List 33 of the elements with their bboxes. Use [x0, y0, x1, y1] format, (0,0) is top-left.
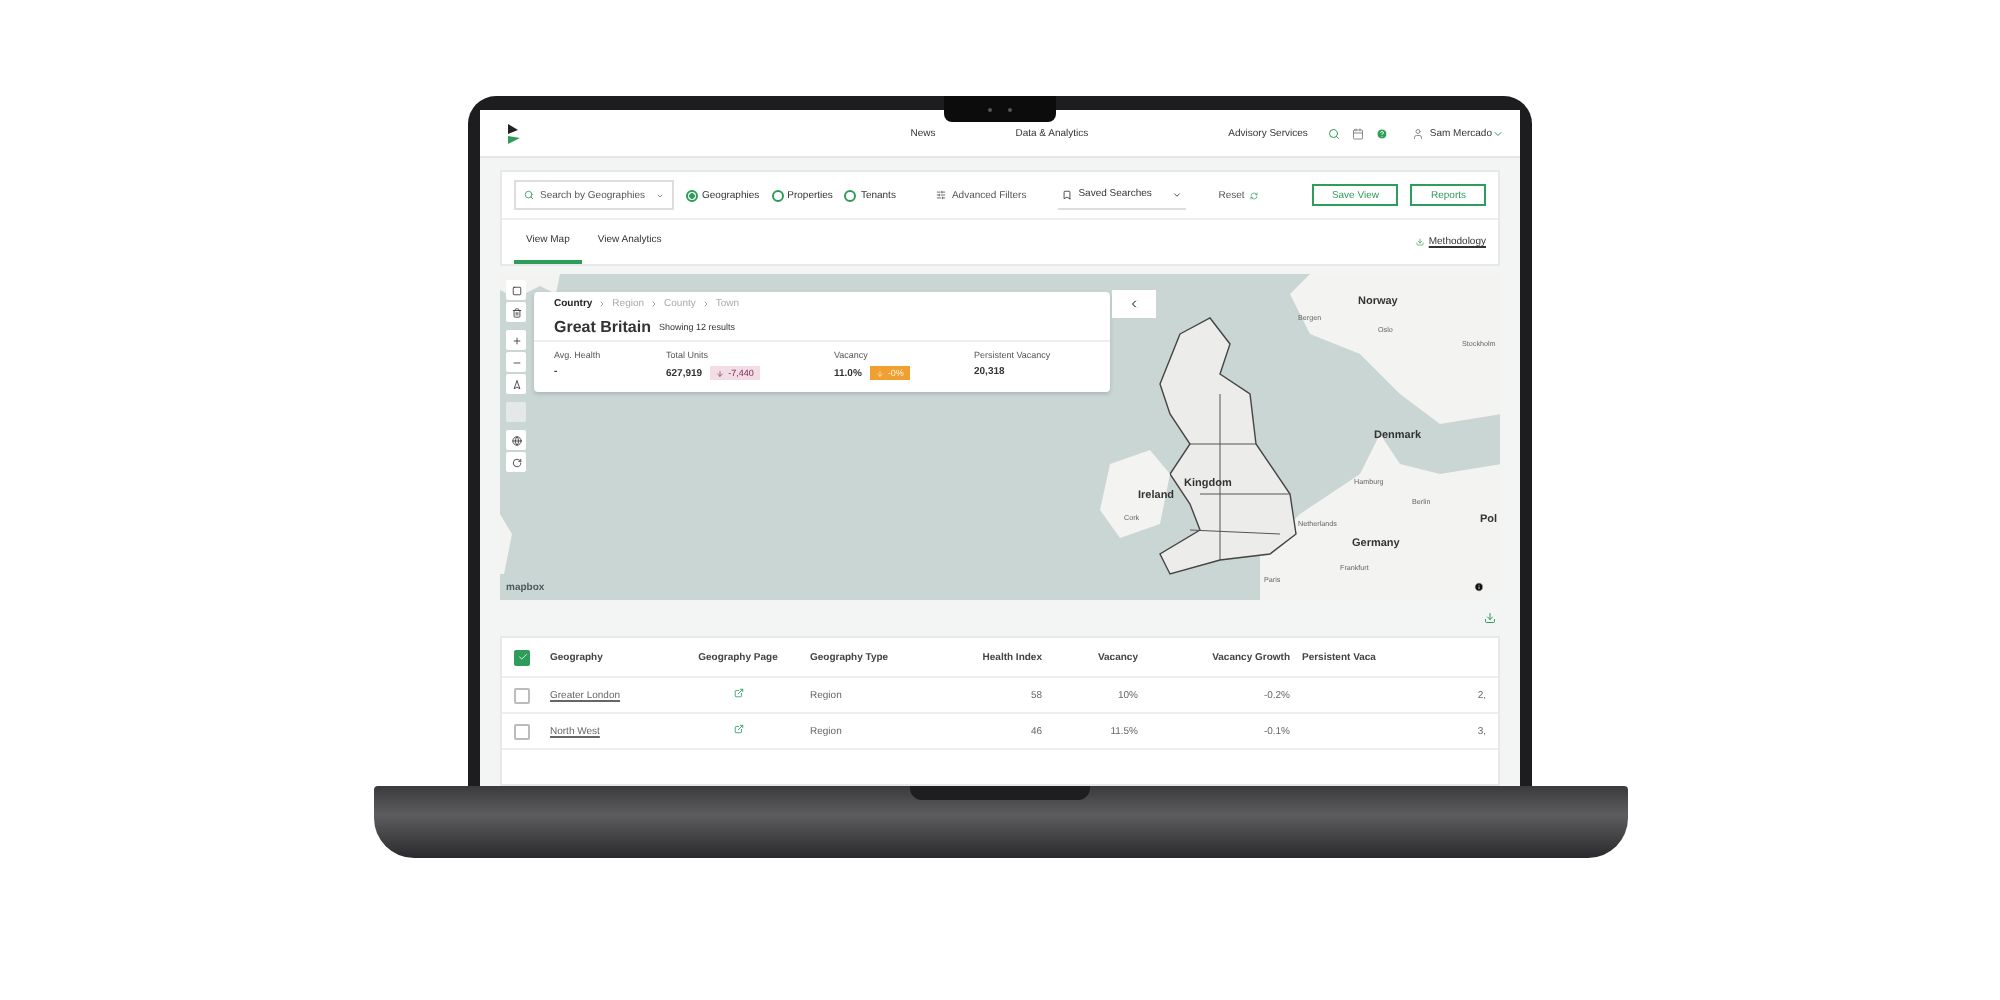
camera-notch — [944, 96, 1056, 122]
checkbox[interactable] — [514, 649, 530, 665]
download-icon[interactable] — [1484, 612, 1496, 624]
check-icon — [517, 652, 527, 662]
arrow-down-icon — [875, 369, 884, 377]
zoom-in-icon[interactable] — [506, 330, 526, 350]
globe-icon[interactable] — [506, 430, 526, 450]
download-icon — [1416, 238, 1425, 246]
chevron-left-icon — [1128, 298, 1140, 310]
card-title: Great Britain — [554, 318, 651, 336]
refresh-icon — [1250, 191, 1259, 199]
user-icon — [1411, 127, 1424, 139]
trash-icon[interactable] — [506, 302, 526, 322]
chevron-down-icon — [1172, 189, 1183, 199]
external-link-icon[interactable] — [733, 724, 743, 734]
logo-icon — [508, 123, 520, 143]
search-icon[interactable] — [1327, 127, 1340, 139]
checkbox[interactable] — [514, 723, 530, 739]
square-icon[interactable] — [506, 280, 526, 300]
compass-icon[interactable] — [506, 374, 526, 394]
info-icon[interactable] — [1474, 582, 1484, 592]
landmass-drawing — [1100, 450, 1170, 538]
rotate-icon[interactable] — [506, 452, 526, 472]
search-icon — [524, 190, 534, 200]
sliders-icon — [935, 190, 946, 200]
arrow-down-icon — [716, 369, 725, 377]
external-link-icon[interactable] — [733, 688, 743, 698]
help-icon[interactable] — [1375, 127, 1388, 139]
chevron-down-icon[interactable] — [1492, 127, 1504, 139]
bookmark-icon — [1062, 189, 1073, 199]
checkbox[interactable] — [514, 687, 530, 703]
zoom-out-icon[interactable] — [506, 352, 526, 372]
calendar-icon[interactable] — [1351, 127, 1364, 139]
